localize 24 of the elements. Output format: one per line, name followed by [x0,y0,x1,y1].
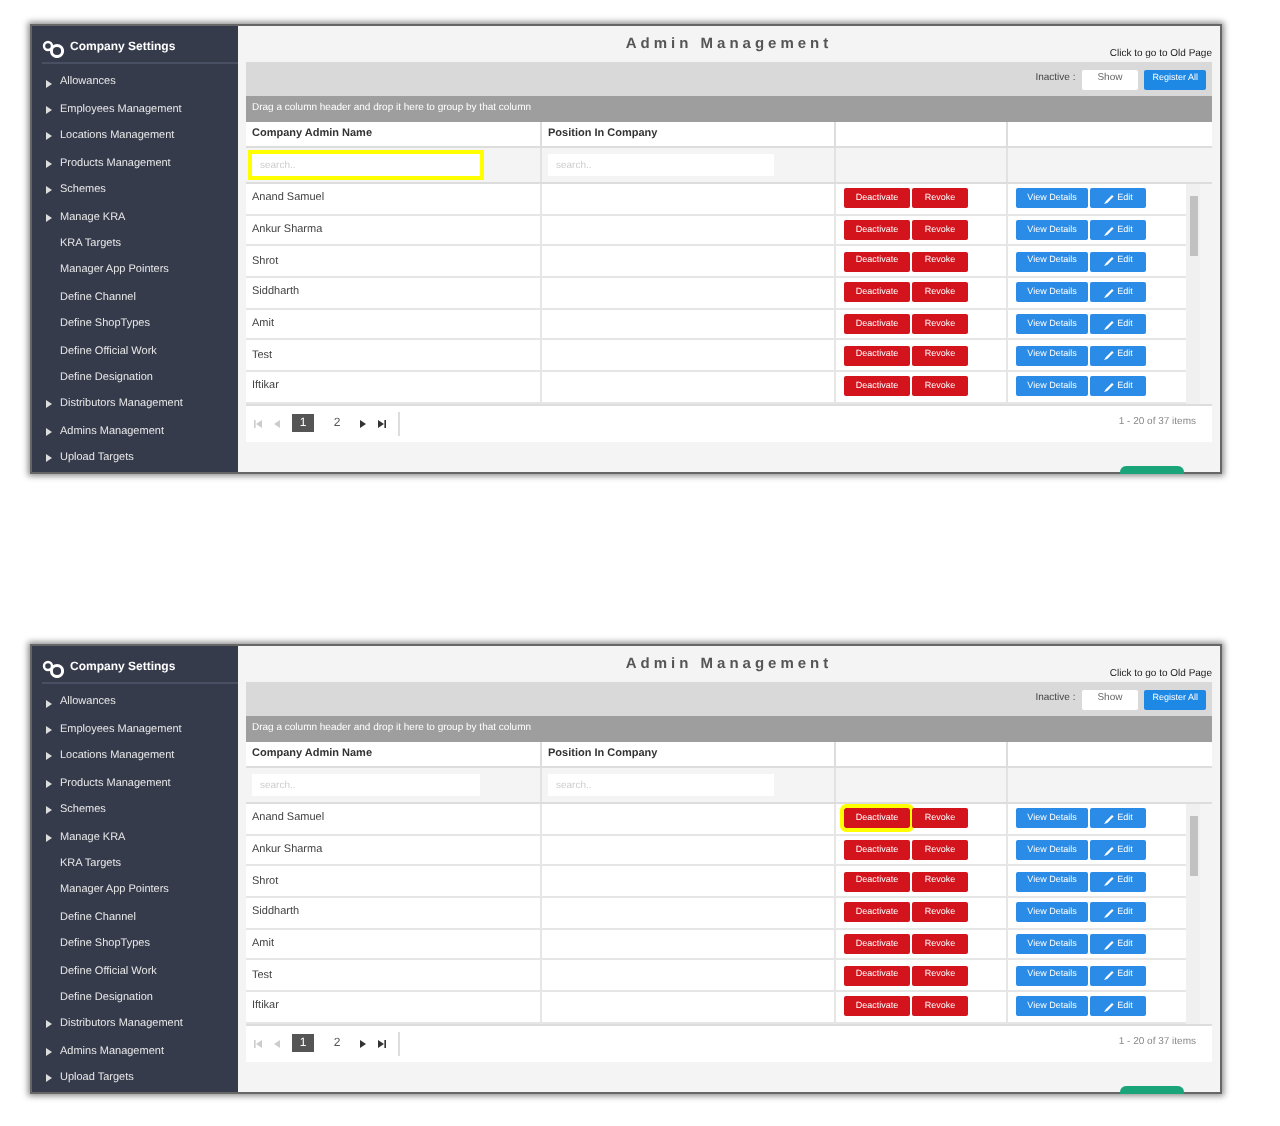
next-page-icon [360,1039,366,1048]
gears-icon [42,659,64,678]
pencil-icon [1103,845,1114,856]
pencil-icon [1103,1001,1114,1012]
pencil-icon [1103,287,1114,298]
last-page-icon [378,419,386,428]
pencil-icon [1103,876,1114,887]
pencil-icon [1103,939,1114,950]
pencil-icon [1103,193,1114,204]
pencil-icon [1103,381,1114,392]
last-page-icon [378,1039,386,1048]
pencil-icon [1103,256,1114,267]
pencil-icon [1103,319,1114,330]
pencil-icon [1103,970,1114,981]
next-page-icon [360,419,366,428]
first-page-icon [254,419,262,428]
previous-page-icon [274,419,280,428]
pencil-icon [1103,907,1114,918]
pencil-icon [1103,813,1114,824]
gears-icon [42,39,64,58]
pencil-icon [1103,350,1114,361]
first-page-icon [254,1039,262,1048]
previous-page-icon [274,1039,280,1048]
pencil-icon [1103,225,1114,236]
